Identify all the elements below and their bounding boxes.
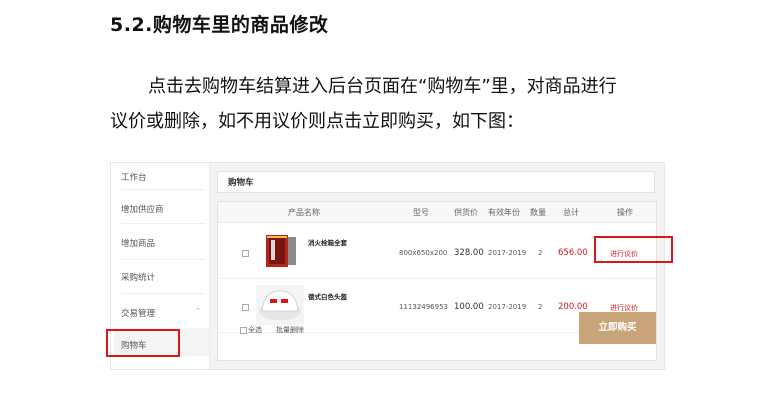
product-qty: 2	[538, 303, 543, 311]
header-operation: 操作	[617, 208, 633, 217]
product-model: 800x650x200	[399, 249, 448, 257]
product-total: 656.00	[558, 248, 588, 258]
batch-delete-link[interactable]: 批量删除	[276, 325, 304, 335]
product-price: 100.00	[454, 302, 484, 312]
table-header: 产品名称 型号 供货价 有效年份 数量 总计 操作	[218, 202, 656, 223]
paragraph-line-1: 点击去购物车结算进入后台页面在“购物车”里，对商品进行	[148, 76, 617, 97]
panel-title: 购物车	[217, 171, 655, 193]
sidebar-item-workbench[interactable]: 工作台	[121, 171, 205, 190]
product-years: 2017-2019	[488, 303, 527, 311]
header-product-name: 产品名称	[288, 208, 320, 217]
product-name[interactable]: 消火栓箱全套	[308, 237, 347, 247]
product-total: 200.00	[558, 302, 588, 312]
product-price: 328.00	[454, 248, 484, 258]
product-name[interactable]: 德式白色头盔	[308, 291, 347, 301]
row-checkbox[interactable]	[242, 250, 249, 257]
highlight-box-cart	[106, 329, 180, 357]
product-qty: 2	[538, 249, 543, 257]
product-years: 2017-2019	[488, 249, 527, 257]
sidebar-item-purchase-stats[interactable]: 采购统计	[121, 271, 205, 294]
embedded-screenshot: 工作台 增加供应商 增加商品 采购统计 交易管理 ⌃ 购物车 购物车 产品名称 …	[106, 162, 673, 370]
paragraph-line-2: 议价或删除，如不用议价则点击立即购买，如下图：	[110, 111, 524, 132]
cart-main: 购物车 产品名称 型号 供货价 有效年份 数量 总计 操作 消火栓箱全套 800…	[217, 171, 657, 361]
header-price: 供货价	[454, 208, 478, 217]
table-row: 消火栓箱全套 800x650x200 328.00 2017-2019 2 65…	[218, 226, 656, 279]
cart-table: 产品名称 型号 供货价 有效年份 数量 总计 操作 消火栓箱全套 800x650…	[217, 201, 657, 361]
header-qty: 数量	[530, 208, 546, 217]
row-checkbox[interactable]	[242, 304, 249, 311]
chevron-up-icon: ⌃	[195, 307, 201, 315]
product-model: 11132496953	[399, 303, 448, 311]
header-years: 有效年份	[488, 208, 520, 217]
table-footer: 全选 批量删除 立即购买	[218, 312, 656, 360]
hydrant-box-image	[262, 233, 302, 269]
sidebar-item-add-product[interactable]: 增加商品	[121, 237, 205, 260]
header-total: 总计	[563, 208, 579, 217]
header-model: 型号	[413, 208, 429, 217]
select-all-label[interactable]: 全选	[248, 325, 262, 335]
sidebar-item-trade-management[interactable]: 交易管理	[121, 307, 205, 319]
sidebar-item-add-supplier[interactable]: 增加供应商	[121, 203, 205, 224]
select-all-checkbox[interactable]	[240, 327, 247, 334]
section-title: 5.2.购物车里的商品修改	[110, 14, 329, 36]
buy-now-button[interactable]: 立即购买	[579, 312, 656, 344]
highlight-box-negotiate	[594, 236, 673, 263]
